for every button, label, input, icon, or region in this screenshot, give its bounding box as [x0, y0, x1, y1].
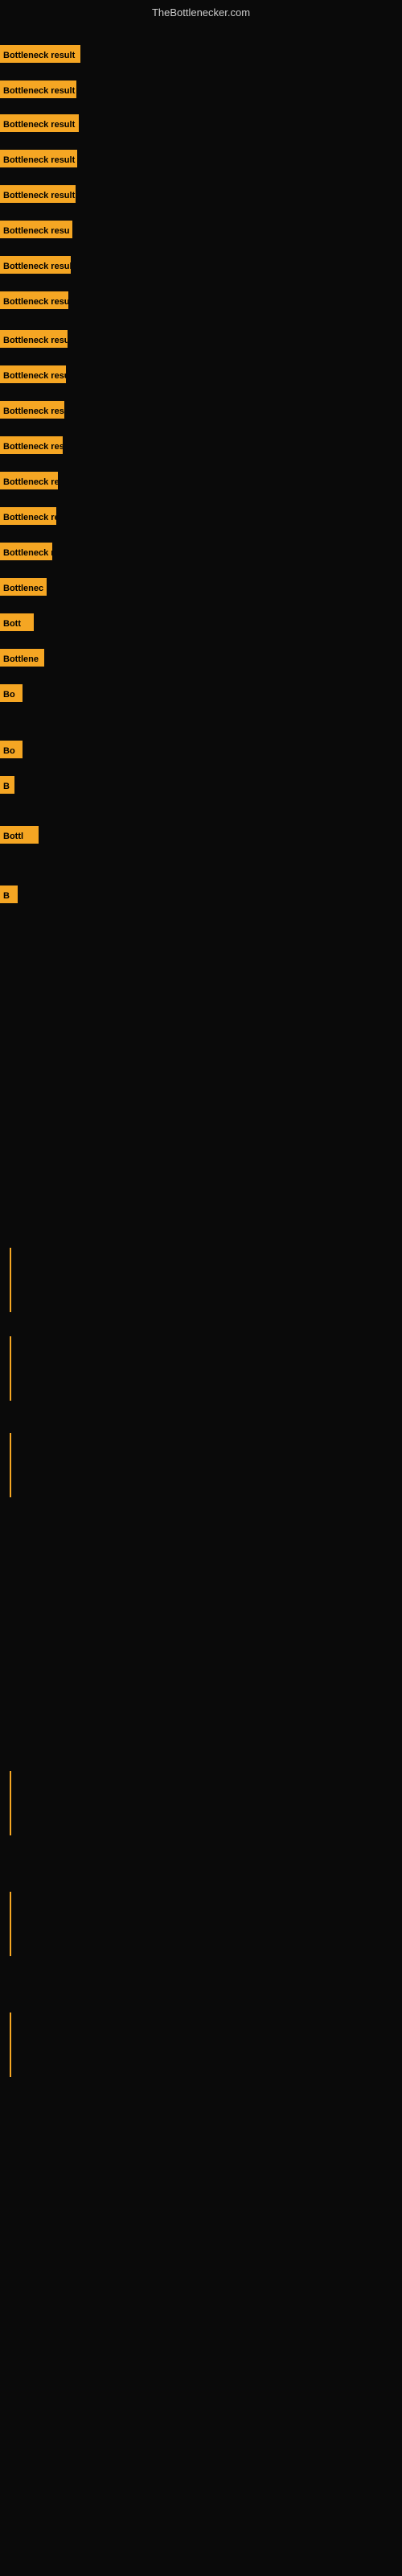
chart-vline-3: [10, 1771, 11, 1835]
site-title: TheBottlenecker.com: [152, 6, 250, 19]
bottleneck-bar-11: Bottleneck resu: [0, 436, 63, 454]
bottleneck-bar-2: Bottleneck result: [0, 114, 79, 132]
chart-vline-0: [10, 1248, 11, 1312]
bottleneck-bar-9: Bottleneck resu: [0, 365, 66, 383]
bottleneck-bar-6: Bottleneck result: [0, 256, 71, 274]
bottleneck-bar-8: Bottleneck resu: [0, 330, 68, 348]
bottleneck-bar-19: Bo: [0, 741, 23, 758]
bottleneck-bar-22: B: [0, 886, 18, 903]
bottleneck-bar-14: Bottleneck re: [0, 543, 52, 560]
bottleneck-bar-13: Bottleneck res: [0, 507, 56, 525]
bottleneck-bar-16: Bott: [0, 613, 34, 631]
bottleneck-bar-20: B: [0, 776, 14, 794]
bottleneck-bar-3: Bottleneck result: [0, 150, 77, 167]
chart-vline-5: [10, 2013, 11, 2077]
chart-vline-1: [10, 1336, 11, 1401]
bottleneck-bar-15: Bottlenec: [0, 578, 47, 596]
bottleneck-bar-4: Bottleneck result: [0, 185, 76, 203]
bottleneck-bar-18: Bo: [0, 684, 23, 702]
bottleneck-bar-12: Bottleneck re: [0, 472, 58, 489]
bottleneck-bar-21: Bottl: [0, 826, 39, 844]
bottleneck-bar-7: Bottleneck result: [0, 291, 68, 309]
bottleneck-bar-1: Bottleneck result: [0, 80, 76, 98]
bottleneck-bar-17: Bottlene: [0, 649, 44, 667]
bottleneck-bar-10: Bottleneck resu: [0, 401, 64, 419]
chart-vline-4: [10, 1892, 11, 1956]
bottleneck-bar-5: Bottleneck resu: [0, 221, 72, 238]
bottleneck-bar-0: Bottleneck result: [0, 45, 80, 63]
chart-vline-2: [10, 1433, 11, 1497]
